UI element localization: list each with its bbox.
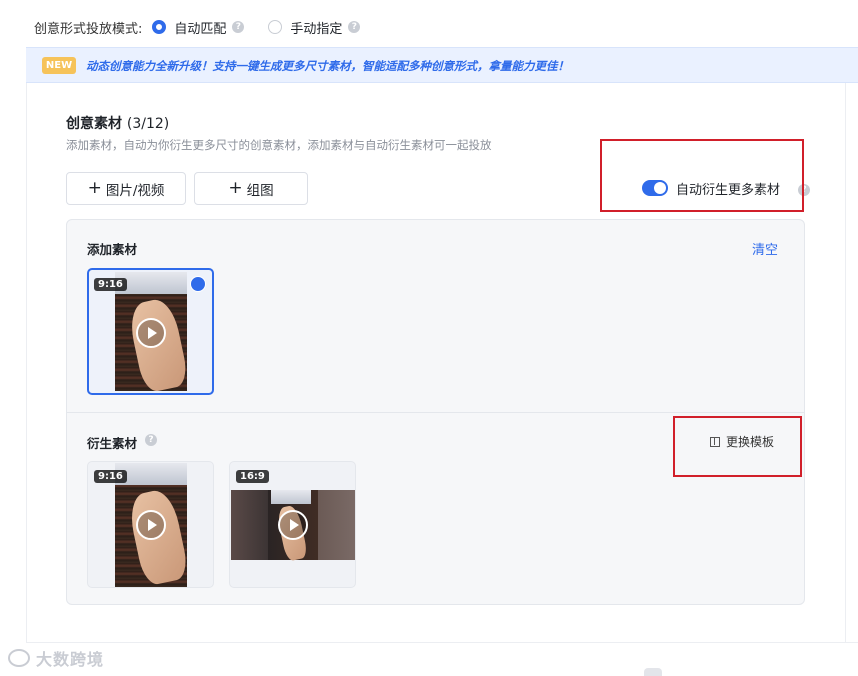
added-material-card[interactable]: 9:16 bbox=[87, 268, 214, 395]
banner-text: 动态创意能力全新升级！支持一键生成更多尺寸素材，智能适配多种创意形式，拿量能力更… bbox=[86, 59, 569, 73]
creative-title-text: 创意素材 bbox=[66, 116, 122, 132]
highlight-box bbox=[600, 139, 804, 212]
help-icon[interactable]: ? bbox=[145, 434, 157, 446]
watermark-logo-icon bbox=[8, 649, 30, 667]
upgrade-banner: NEW 动态创意能力全新升级！支持一键生成更多尺寸素材，智能适配多种创意形式，拿… bbox=[26, 47, 858, 83]
derived-material-card[interactable]: 16:9 bbox=[229, 461, 356, 588]
derived-materials-title: 衍生素材 bbox=[87, 436, 138, 451]
help-icon[interactable]: ? bbox=[232, 21, 245, 33]
screen-area bbox=[271, 490, 311, 504]
radio-manual-label[interactable]: 手动指定 bbox=[290, 18, 342, 37]
radio-auto-match-label[interactable]: 自动匹配 bbox=[174, 18, 226, 37]
delivery-mode-row: 创意形式投放模式: 自动匹配 ? 手动指定 ? bbox=[34, 14, 361, 40]
panel-divider bbox=[67, 412, 804, 413]
radio-auto-match[interactable] bbox=[152, 20, 167, 34]
help-icon[interactable]: ? bbox=[348, 21, 361, 33]
watermark: 大数跨境 bbox=[8, 646, 104, 670]
add-group-image-label: 组图 bbox=[246, 182, 274, 199]
creative-section-title: 创意素材 (3/12) bbox=[66, 113, 169, 133]
duration-badge: 9:16 bbox=[94, 470, 127, 483]
play-icon[interactable] bbox=[278, 510, 308, 540]
add-image-video-button[interactable]: + 图片/视频 bbox=[66, 172, 186, 205]
play-icon[interactable] bbox=[136, 510, 166, 540]
plus-icon: + bbox=[228, 178, 243, 198]
creative-description: 添加素材，自动为你衍生更多尺寸的创意素材，添加素材与自动衍生素材可一起投放 bbox=[66, 138, 492, 152]
watermark-text: 大数跨境 bbox=[36, 650, 105, 669]
duration-badge: 9:16 bbox=[94, 278, 127, 291]
play-icon[interactable] bbox=[136, 318, 166, 348]
added-materials-title: 添加素材 bbox=[87, 242, 138, 257]
delivery-mode-label: 创意形式投放模式: bbox=[34, 21, 143, 37]
add-group-image-button[interactable]: + 组图 bbox=[194, 172, 308, 205]
radio-manual[interactable] bbox=[268, 20, 283, 34]
scroll-nub bbox=[644, 668, 662, 676]
divider bbox=[845, 83, 846, 643]
creative-count: (3/12) bbox=[126, 116, 170, 132]
derived-material-card[interactable]: 9:16 bbox=[87, 461, 214, 588]
new-badge: NEW bbox=[42, 57, 76, 74]
check-icon bbox=[190, 276, 206, 292]
duration-badge: 16:9 bbox=[236, 470, 269, 483]
add-image-video-label: 图片/视频 bbox=[105, 182, 165, 199]
highlight-box bbox=[673, 416, 802, 477]
clear-button[interactable]: 清空 bbox=[752, 239, 778, 258]
plus-icon: + bbox=[87, 178, 102, 198]
